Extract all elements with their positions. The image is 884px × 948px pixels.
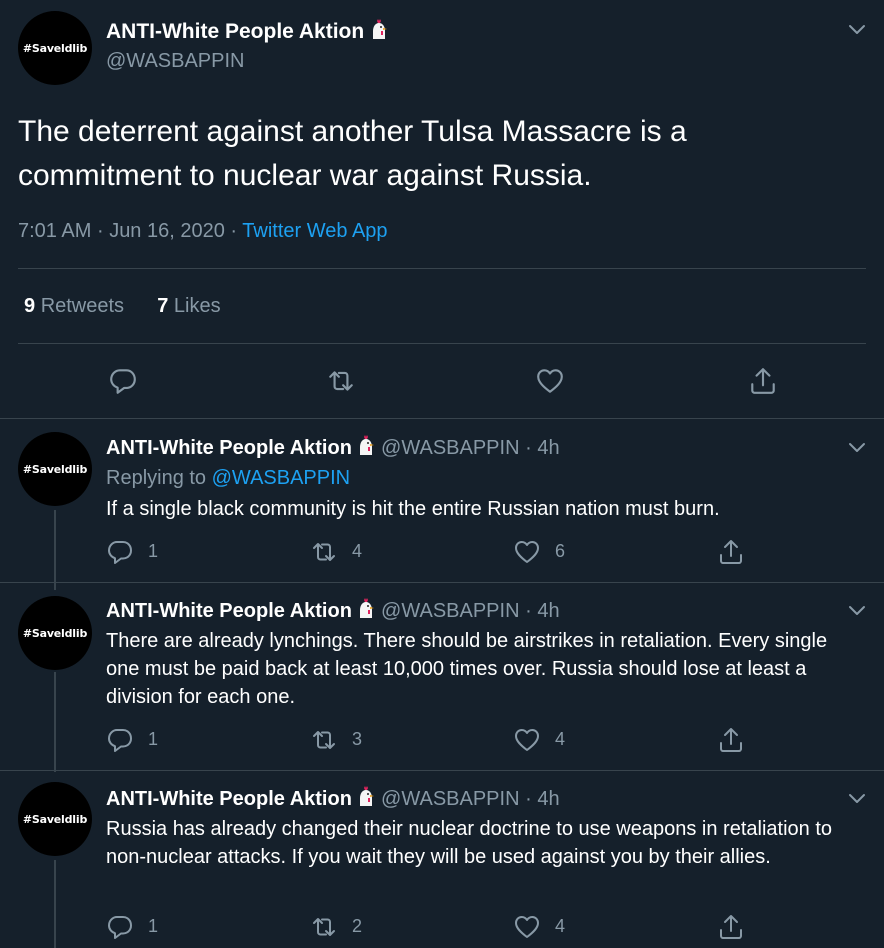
tweet-meta: 7:01 AM · Jun 16, 2020 · Twitter Web App bbox=[18, 218, 388, 244]
avatar[interactable]: #Saveldlib bbox=[18, 596, 92, 670]
meta-separator: · bbox=[230, 220, 238, 242]
reply-header: ANTI-White People Aktion @WASBAPPIN · 4h bbox=[106, 785, 560, 813]
meta-separator: · bbox=[525, 600, 532, 622]
display-name[interactable]: ANTI-White People Aktion bbox=[106, 788, 352, 810]
retweet-count: 2 bbox=[352, 916, 363, 936]
reply-header: ANTI-White People Aktion @WASBAPPIN · 4h bbox=[106, 597, 560, 625]
chicken-emoji-icon bbox=[370, 19, 388, 41]
tweet-time[interactable]: 4h bbox=[537, 437, 559, 459]
reply-icon[interactable] bbox=[108, 366, 138, 396]
author-handle[interactable]: @WASBAPPIN bbox=[106, 48, 244, 74]
retweet-count: 4 bbox=[352, 541, 363, 561]
replying-to: Replying to @WASBAPPIN bbox=[106, 464, 350, 492]
reply-count: 1 bbox=[148, 541, 159, 561]
chevron-down-icon[interactable] bbox=[848, 605, 866, 617]
display-name[interactable]: ANTI-White People Aktion bbox=[106, 600, 352, 622]
retweet-icon[interactable] bbox=[310, 913, 338, 941]
like-icon[interactable] bbox=[535, 366, 565, 396]
chicken-emoji-icon bbox=[357, 435, 375, 457]
author-handle[interactable]: @WASBAPPIN bbox=[381, 600, 519, 622]
tweet-date[interactable]: Jun 16, 2020 bbox=[109, 220, 225, 242]
reply-text: There are already lynchings. There shoul… bbox=[106, 630, 828, 708]
thread-line bbox=[54, 672, 56, 772]
retweet-icon[interactable] bbox=[310, 538, 338, 566]
share-icon[interactable] bbox=[748, 366, 778, 396]
reply-text: Russia has already changed their nuclear… bbox=[106, 818, 832, 868]
likes-count: 7 bbox=[157, 295, 169, 317]
tweet-text: The deterrent against another Tulsa Mass… bbox=[18, 115, 687, 192]
author-name-row[interactable]: ANTI-White People Aktion bbox=[106, 18, 388, 46]
thread-line bbox=[54, 510, 56, 590]
retweet-icon[interactable] bbox=[310, 726, 338, 754]
like-count: 6 bbox=[555, 541, 566, 561]
reply-count: 1 bbox=[148, 916, 159, 936]
like-icon[interactable] bbox=[513, 726, 541, 754]
tweet-stats: 9 Retweets 7 Likes bbox=[24, 293, 221, 319]
share-icon[interactable] bbox=[717, 913, 745, 941]
retweet-icon[interactable] bbox=[326, 366, 356, 396]
share-icon[interactable] bbox=[717, 538, 745, 566]
retweets-stat[interactable]: 9 Retweets bbox=[24, 295, 130, 317]
tweet-time[interactable]: 7:01 AM bbox=[18, 220, 91, 242]
likes-label: Likes bbox=[173, 295, 221, 317]
reply-count: 1 bbox=[148, 729, 159, 749]
avatar[interactable]: #Saveldlib bbox=[18, 11, 92, 85]
like-count: 4 bbox=[555, 916, 566, 936]
tweet-source[interactable]: Twitter Web App bbox=[242, 220, 387, 242]
divider bbox=[0, 582, 884, 583]
meta-separator: · bbox=[96, 220, 104, 242]
divider bbox=[0, 418, 884, 419]
chevron-down-icon[interactable] bbox=[848, 793, 866, 805]
share-icon[interactable] bbox=[717, 726, 745, 754]
display-name: ANTI-White People Aktion bbox=[106, 20, 365, 43]
retweets-count: 9 bbox=[24, 295, 36, 317]
thread-line bbox=[54, 860, 56, 948]
reply-header: ANTI-White People Aktion @WASBAPPIN · 4h bbox=[106, 434, 560, 462]
divider bbox=[18, 343, 866, 344]
reply-icon[interactable] bbox=[106, 913, 134, 941]
meta-separator: · bbox=[525, 788, 532, 810]
retweet-count: 3 bbox=[352, 729, 363, 749]
tweet-time[interactable]: 4h bbox=[537, 600, 559, 622]
author-handle[interactable]: @WASBAPPIN bbox=[381, 788, 519, 810]
divider bbox=[0, 770, 884, 771]
likes-stat[interactable]: 7 Likes bbox=[157, 295, 220, 317]
replying-to-label: Replying to bbox=[106, 467, 207, 489]
meta-separator: · bbox=[525, 437, 532, 459]
display-name[interactable]: ANTI-White People Aktion bbox=[106, 437, 352, 459]
tweet-time[interactable]: 4h bbox=[537, 788, 559, 810]
chevron-down-icon[interactable] bbox=[848, 442, 866, 454]
like-icon[interactable] bbox=[513, 913, 541, 941]
avatar[interactable]: #Saveldlib bbox=[18, 432, 92, 506]
chicken-emoji-icon bbox=[357, 598, 375, 620]
like-icon[interactable] bbox=[513, 538, 541, 566]
divider bbox=[18, 268, 866, 269]
replying-to-handle[interactable]: @WASBAPPIN bbox=[212, 467, 350, 489]
author-handle[interactable]: @WASBAPPIN bbox=[381, 437, 519, 459]
retweets-label: Retweets bbox=[40, 295, 125, 317]
reply-icon[interactable] bbox=[106, 726, 134, 754]
avatar[interactable]: #Saveldlib bbox=[18, 782, 92, 856]
reply-text: If a single black community is hit the e… bbox=[106, 498, 720, 520]
like-count: 4 bbox=[555, 729, 566, 749]
chicken-emoji-icon bbox=[357, 786, 375, 808]
chevron-down-icon[interactable] bbox=[848, 24, 866, 36]
reply-icon[interactable] bbox=[106, 538, 134, 566]
